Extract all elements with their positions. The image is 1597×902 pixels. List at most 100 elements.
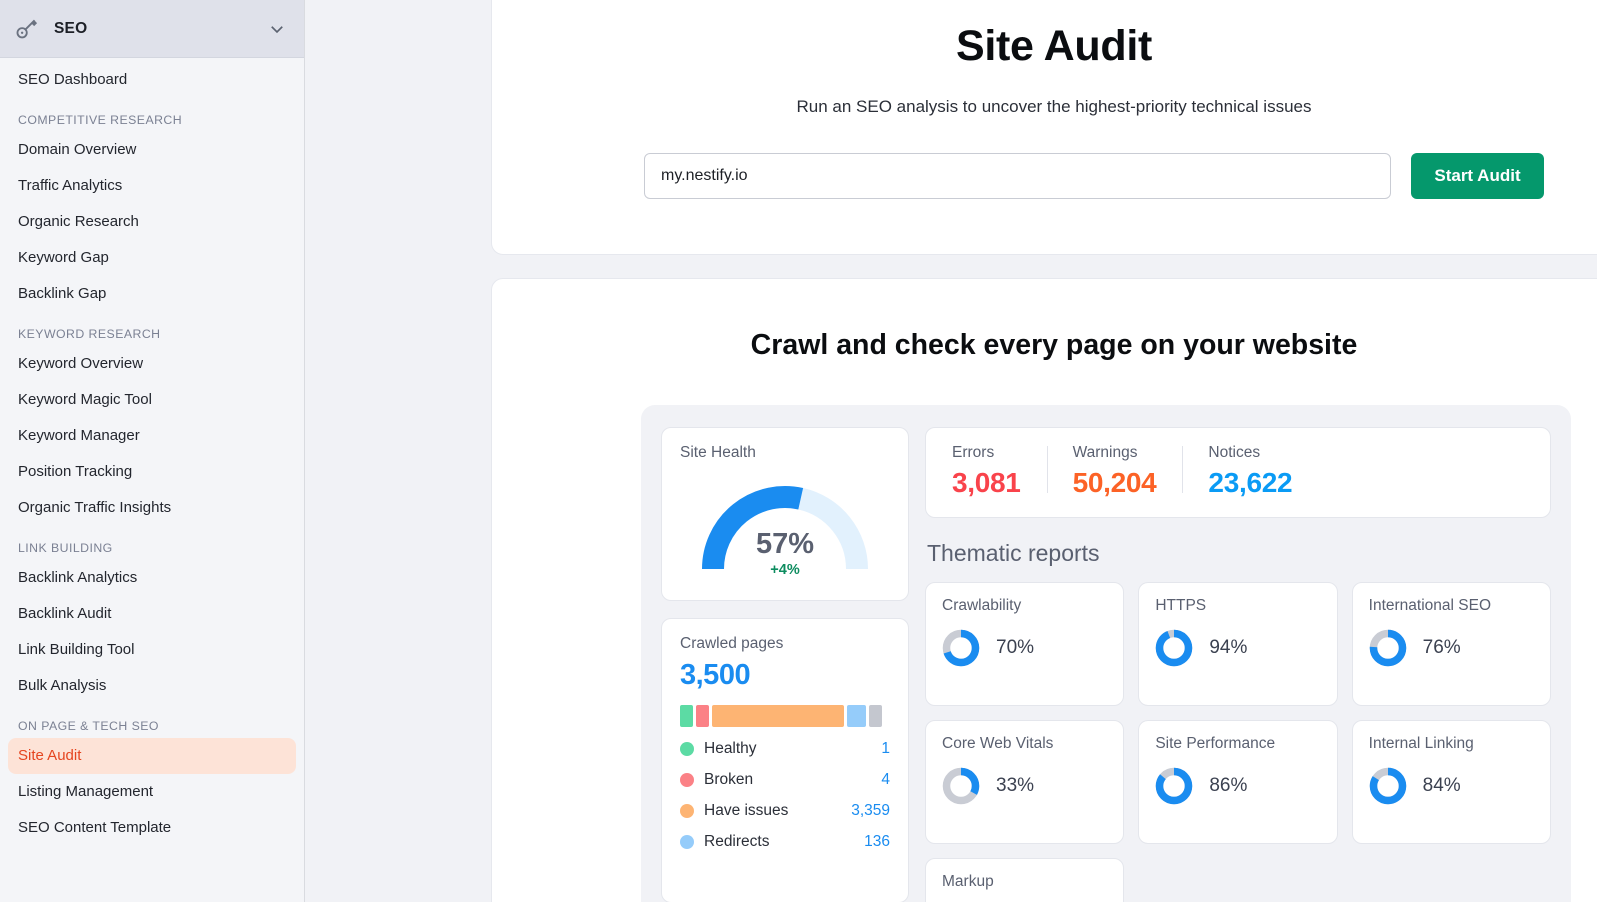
key-icon [14, 16, 40, 42]
stat-value: 50,204 [1072, 467, 1157, 498]
page-title: Site Audit [955, 22, 1153, 70]
app-root: SEO SEO Dashboard COMPETITIVE RESEARCH Dom… [0, 0, 1597, 902]
thematic-reports-grid: Crawlability 70% HTTPS 94% International SEO… [925, 582, 1551, 902]
sidebar-item-seo-dashboard[interactable]: SEO Dashboard [0, 58, 304, 98]
legend-item: Redirects 136 [680, 833, 890, 851]
legend-dot-icon [680, 804, 694, 818]
legend-item: Have issues 3,359 [680, 802, 890, 820]
thematic-card-label: Markup [942, 873, 994, 890]
thematic-card-value: 94% [1209, 637, 1248, 658]
sidebar-section-header-seo[interactable]: SEO [0, 0, 304, 58]
thematic-card-value: 86% [1209, 775, 1248, 796]
sidebar: SEO SEO Dashboard COMPETITIVE RESEARCH Dom… [0, 0, 305, 902]
thematic-card-core-web-vitals[interactable]: Core Web Vitals 33% [925, 720, 1125, 844]
start-audit-button[interactable]: Start Audit [1411, 153, 1544, 199]
legend-value: 1 [881, 740, 890, 757]
donut-chart [1369, 629, 1406, 667]
thematic-card-value: 76% [1422, 637, 1461, 658]
thematic-card-label: Core Web Vitals [942, 735, 1054, 752]
site-health-label: Site Health [680, 444, 756, 461]
stacked-bar-segment [847, 705, 866, 727]
stat-errors[interactable]: Errors 3,081 [926, 444, 1047, 499]
legend-label: Broken [704, 771, 754, 788]
sidebar-item-keyword-manager[interactable]: Keyword Manager [0, 418, 304, 454]
thematic-card-value: 84% [1422, 775, 1461, 796]
thematic-card-label: International SEO [1368, 597, 1492, 614]
legend-dot-icon [680, 773, 694, 787]
feature-panel: Crawl and check every page on your websi… [491, 278, 1597, 902]
thematic-card-crawlability[interactable]: Crawlability 70% [925, 582, 1125, 706]
donut-chart [1156, 767, 1193, 805]
legend-item: Healthy 1 [680, 740, 890, 758]
sidebar-item-seo-content-template[interactable]: SEO Content Template [0, 810, 304, 846]
stat-value: 3,081 [952, 467, 1021, 498]
donut-chart [942, 629, 980, 667]
sidebar-item-listing-management[interactable]: Listing Management [0, 774, 304, 810]
chevron-down-icon[interactable] [268, 20, 286, 38]
sidebar-item-position-tracking[interactable]: Position Tracking [0, 454, 304, 490]
sidebar-group-label: ON PAGE & TECH SEO [18, 719, 159, 733]
legend-dot-icon [680, 742, 694, 756]
thematic-card-value: 70% [996, 637, 1035, 658]
thematic-card-label: HTTPS [1155, 597, 1207, 614]
page-subtitle: Run an SEO analysis to uncover the highe… [796, 97, 1312, 116]
sidebar-group-label: KEYWORD RESEARCH [18, 327, 161, 341]
sidebar-item-keyword-overview[interactable]: Keyword Overview [0, 346, 304, 382]
site-health-value: 57% [755, 528, 815, 560]
sidebar-group-label: COMPETITIVE RESEARCH [18, 113, 183, 127]
stat-value: 23,622 [1208, 467, 1293, 498]
stacked-bar-segment [712, 705, 844, 727]
stat-warnings[interactable]: Warnings 50,204 [1046, 444, 1183, 499]
stat-notices[interactable]: Notices 23,622 [1182, 444, 1318, 499]
sidebar-item-bulk-analysis[interactable]: Bulk Analysis [0, 668, 304, 704]
thematic-card-international-seo[interactable]: International SEO 76% [1351, 582, 1551, 706]
sidebar-item-site-audit[interactable]: Site Audit [8, 738, 296, 774]
thematic-card-internal-linking[interactable]: Internal Linking 84% [1351, 720, 1551, 844]
main-content: Site Audit Run an SEO analysis to uncove… [305, 0, 1597, 902]
sidebar-header-label: SEO [54, 19, 88, 37]
legend-dot-icon [680, 835, 694, 849]
site-health-card[interactable]: Site Health 57% +4% [661, 427, 909, 601]
sidebar-item-organic-traffic-insights[interactable]: Organic Traffic Insights [0, 490, 304, 526]
thematic-card-label: Site Performance [1155, 735, 1276, 752]
stacked-bar-segment [680, 705, 693, 727]
crawled-pages-card[interactable]: Crawled pages 3,500 Healthy 1 Broken 4 Have … [661, 618, 909, 902]
site-health-gauge: 57% +4% [692, 476, 878, 580]
legend-label: Redirects [704, 833, 770, 850]
legend-value: 3,359 [851, 802, 890, 819]
preview-right-column: Errors 3,081 Warnings 50,204 Notices 23,622 T… [925, 427, 1551, 902]
thematic-card-label: Internal Linking [1368, 735, 1474, 752]
sidebar-group-label: LINK BUILDING [18, 541, 113, 555]
thematic-reports-title: Thematic reports [927, 540, 1100, 566]
donut-chart [1369, 767, 1406, 805]
crawled-pages-label: Crawled pages [680, 635, 784, 652]
site-health-delta: +4% [770, 562, 800, 578]
sidebar-item-link-building-tool[interactable]: Link Building Tool [0, 632, 304, 668]
legend-label: Healthy [704, 740, 757, 757]
stat-label: Notices [1208, 444, 1261, 461]
thematic-card-https[interactable]: HTTPS 94% [1138, 582, 1338, 706]
legend-label: Have issues [704, 802, 789, 819]
domain-input[interactable] [644, 153, 1391, 199]
thematic-card-label: Crawlability [942, 597, 1022, 614]
thematic-card-markup[interactable]: Markup [925, 858, 1125, 902]
donut-chart [942, 767, 980, 805]
thematic-card-site-performance[interactable]: Site Performance 86% [1138, 720, 1338, 844]
legend-item: Broken 4 [680, 771, 890, 789]
issues-summary-card: Errors 3,081 Warnings 50,204 Notices 23,622 [925, 427, 1551, 518]
thematic-card-value: 33% [996, 775, 1035, 796]
stacked-bar-segment [869, 705, 882, 727]
donut-chart [1156, 629, 1193, 667]
sidebar-item-keyword-magic-tool[interactable]: Keyword Magic Tool [0, 382, 304, 418]
sidebar-item-domain-overview[interactable]: Domain Overview [0, 132, 304, 168]
sidebar-item-backlink-gap[interactable]: Backlink Gap [0, 276, 304, 312]
hero-panel: Site Audit Run an SEO analysis to uncove… [491, 0, 1597, 255]
sidebar-item-organic-research[interactable]: Organic Research [0, 204, 304, 240]
feature-panel-title: Crawl and check every page on your websi… [750, 329, 1358, 361]
sidebar-item-keyword-gap[interactable]: Keyword Gap [0, 240, 304, 276]
sidebar-item-backlink-analytics[interactable]: Backlink Analytics [0, 560, 304, 596]
preview-left-column: Site Health 57% +4% Crawled pages 3,500 … [661, 427, 909, 902]
sidebar-item-traffic-analytics[interactable]: Traffic Analytics [0, 168, 304, 204]
audit-form: Start Audit [644, 153, 1544, 199]
sidebar-item-backlink-audit[interactable]: Backlink Audit [0, 596, 304, 632]
